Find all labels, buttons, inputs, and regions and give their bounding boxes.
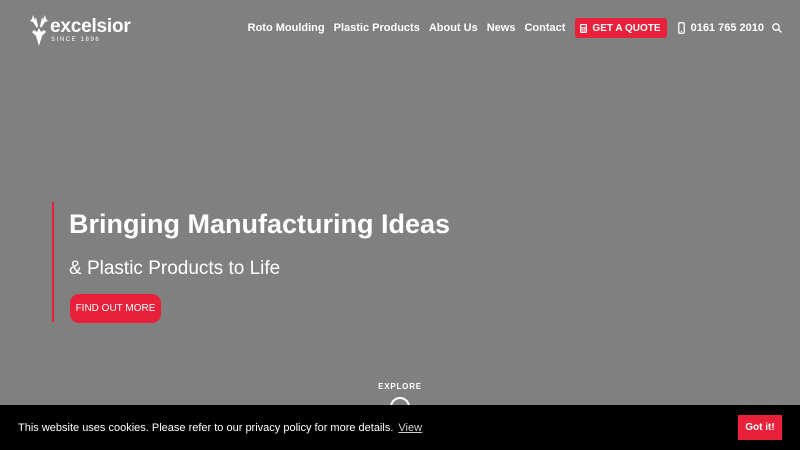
nav-about-us[interactable]: About Us [429, 22, 478, 34]
main-nav: Roto Moulding Plastic Products About Us … [248, 0, 800, 56]
search-button[interactable] [772, 23, 782, 33]
logo[interactable]: excelsior SINCE 1896 [28, 12, 131, 46]
hero-title: Bringing Manufacturing Ideas [69, 209, 451, 239]
hero-subtitle: & Plastic Products to Life [69, 258, 281, 279]
mobile-phone-icon [677, 22, 685, 34]
explore-label: EXPLORE [378, 382, 422, 391]
get-a-quote-label: GET A QUOTE [592, 22, 661, 34]
hero-section: Bringing Manufacturing Ideas & Plastic P… [52, 202, 450, 323]
phone-number[interactable]: 0161 765 2010 [677, 22, 764, 34]
get-a-quote-button[interactable]: GET A QUOTE [575, 18, 667, 38]
site-header: excelsior SINCE 1896 Roto Moulding Plast… [0, 0, 800, 56]
calculator-icon [580, 23, 588, 33]
nav-roto-moulding[interactable]: Roto Moulding [248, 22, 325, 34]
nav-news[interactable]: News [487, 22, 516, 34]
cookie-banner: This website uses cookies. Please refer … [0, 405, 800, 450]
stag-logo-icon [30, 15, 48, 46]
find-out-more-button[interactable]: FIND OUT MORE [70, 294, 161, 323]
logo-wordmark: excelsior [50, 16, 131, 37]
cookie-accept-button[interactable]: Got it! [738, 415, 782, 440]
nav-plastic-products[interactable]: Plastic Products [334, 22, 420, 34]
logo-tagline: SINCE 1896 [51, 37, 101, 43]
phone-number-label: 0161 765 2010 [690, 22, 764, 34]
cookie-view-link[interactable]: View [398, 422, 422, 434]
search-icon [772, 23, 782, 33]
nav-contact[interactable]: Contact [524, 22, 565, 34]
cookie-message: This website uses cookies. Please refer … [18, 421, 394, 434]
